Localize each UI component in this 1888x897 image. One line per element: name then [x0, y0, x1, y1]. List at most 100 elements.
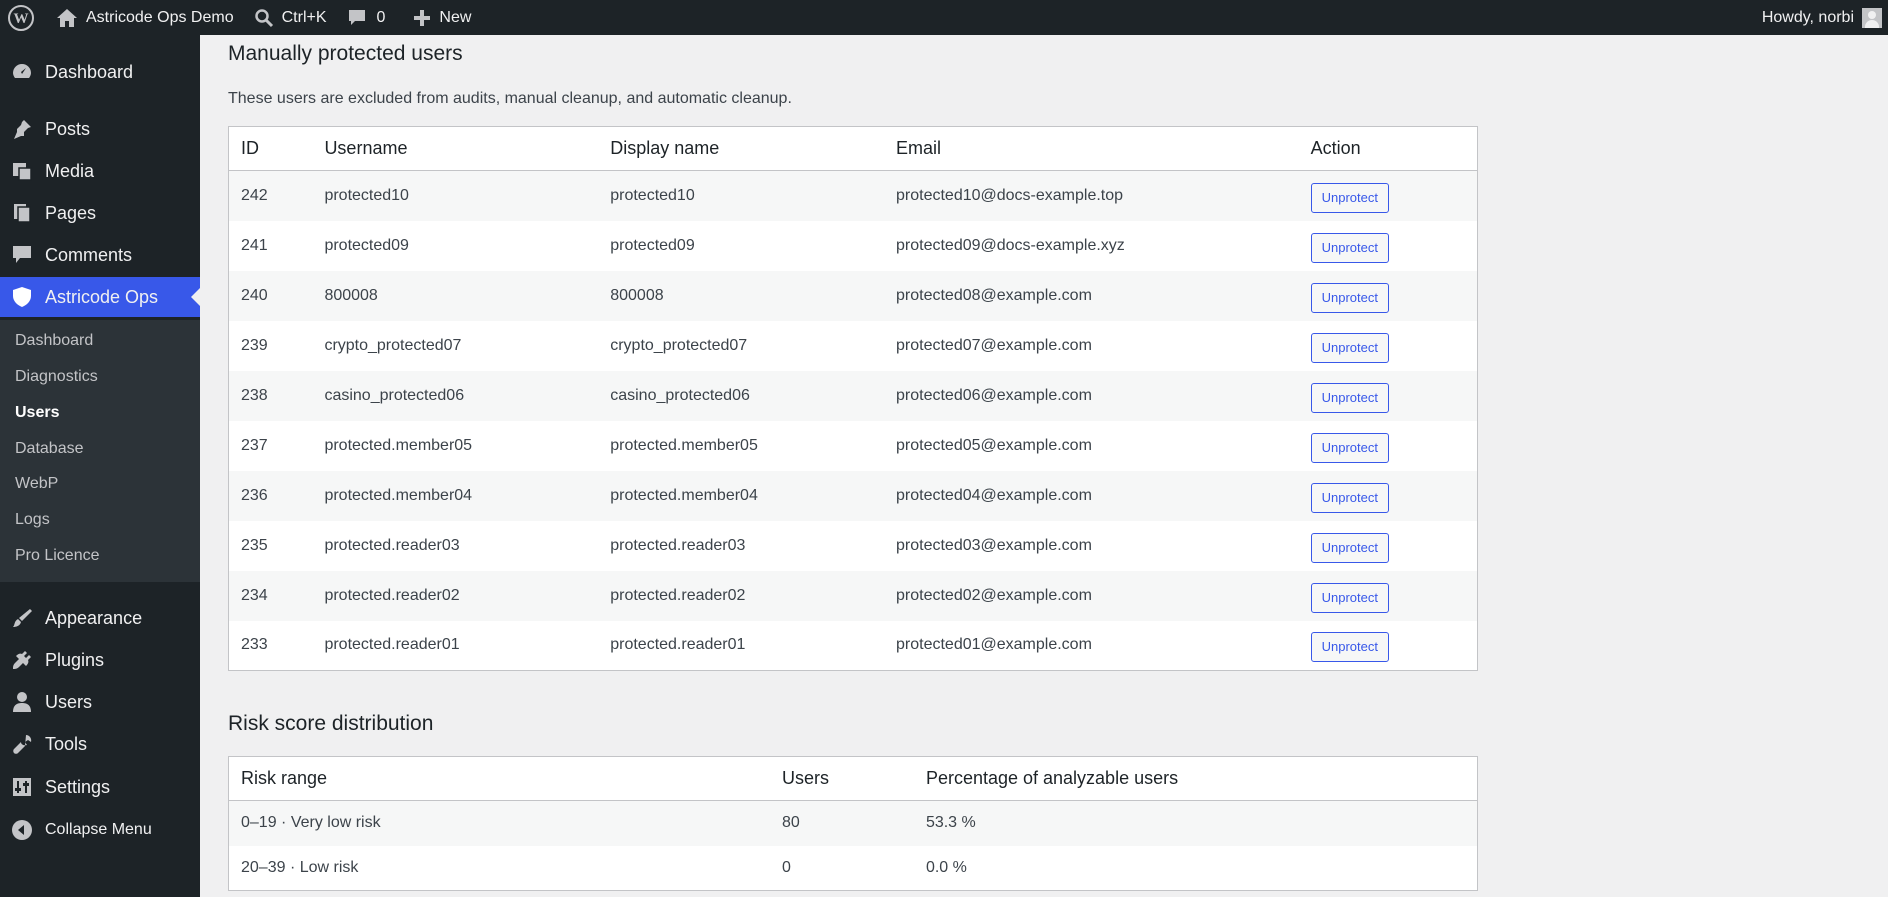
collapse-menu-button[interactable]: Collapse Menu — [0, 810, 200, 850]
cell-action: Unprotect — [1299, 521, 1478, 571]
cell-username: protected.reader02 — [324, 586, 460, 604]
protected-users-description: These users are excluded from audits, ma… — [228, 90, 792, 107]
table-row: 237 protected.member05 protected.member05 p… — [228, 420, 1478, 471]
admin-sidebar: Dashboard Posts Media Pages Comments Ast… — [0, 35, 200, 897]
cell-users: 80 — [782, 814, 800, 832]
submenu-item-logs[interactable]: Logs — [15, 511, 50, 529]
cell-email: protected04@example.com — [896, 486, 1092, 504]
cell-risk-range: 0–19 · Very low risk — [241, 814, 381, 832]
cell-display-name: protected09 — [610, 236, 695, 254]
collapse-icon — [11, 819, 33, 841]
cell-id: 237 — [241, 436, 268, 454]
cell-users: 0 — [782, 858, 791, 876]
cell-id: 234 — [241, 586, 268, 604]
cell-display-name: 800008 — [610, 286, 664, 304]
column-header-action: Action — [1298, 126, 1478, 171]
cell-display-name: protected.reader03 — [610, 536, 746, 554]
site-name-link[interactable]: Astricode Ops Demo — [46, 0, 244, 35]
unprotect-button[interactable]: Unprotect — [1310, 182, 1389, 213]
comments-count: 0 — [376, 8, 386, 26]
cell-email: protected07@example.com — [896, 336, 1092, 354]
astricode-submenu: Dashboard Diagnostics Users Database Web… — [0, 320, 200, 582]
submenu-item-webp[interactable]: WebP — [15, 475, 58, 493]
table-row: 239 crypto_protected07 crypto_protected07 p… — [228, 320, 1478, 371]
sidebar-item-astricode-ops[interactable]: Astricode Ops — [0, 277, 200, 317]
cell-display-name: protected10 — [610, 186, 695, 204]
unprotect-button[interactable]: Unprotect — [1310, 582, 1389, 613]
cell-email: protected02@example.com — [896, 586, 1092, 604]
cell-action: Unprotect — [1299, 271, 1478, 321]
protected-users-tbody: 242 protected10 protected10 protected10@doc… — [228, 170, 1478, 671]
cell-percentage: 53.3 % — [925, 814, 976, 832]
cell-action: Unprotect — [1299, 621, 1478, 671]
new-content-link[interactable]: New — [403, 0, 481, 35]
media-icon — [11, 160, 33, 182]
sidebar-item-label: Comments — [45, 244, 133, 265]
unprotect-button[interactable]: Unprotect — [1310, 282, 1389, 313]
table-header-row: Risk range Users Percentage of analyzabl… — [228, 756, 1478, 801]
sidebar-item-label: Media — [45, 160, 95, 181]
table-row: 240 800008 800008 protected08@example.com Un… — [228, 270, 1478, 321]
user-icon — [11, 691, 33, 713]
sidebar-item-plugins[interactable]: Plugins — [0, 640, 200, 680]
cell-username: crypto_protected07 — [324, 336, 462, 354]
sidebar-item-pages[interactable]: Pages — [0, 193, 200, 233]
cell-action: Unprotect — [1299, 471, 1478, 521]
pin-icon — [11, 118, 33, 140]
new-label: New — [439, 8, 472, 26]
submenu-item-pro-licence[interactable]: Pro Licence — [15, 547, 100, 565]
user-account-menu[interactable]: Howdy, norbi — [1752, 0, 1888, 35]
cell-action: Unprotect — [1299, 321, 1478, 371]
submenu-item-dashboard[interactable]: Dashboard — [15, 332, 93, 350]
sidebar-item-label: Users — [45, 691, 93, 712]
cell-display-name: protected.reader02 — [610, 586, 746, 604]
cell-action: Unprotect — [1299, 421, 1478, 471]
sidebar-item-users[interactable]: Users — [0, 682, 200, 722]
submenu-item-diagnostics[interactable]: Diagnostics — [15, 368, 98, 386]
cell-display-name: casino_protected06 — [610, 386, 750, 404]
sidebar-item-label: Plugins — [45, 649, 105, 670]
unprotect-button[interactable]: Unprotect — [1310, 232, 1389, 263]
comment-icon — [11, 244, 33, 266]
column-header-id: ID — [228, 126, 313, 171]
unprotect-button[interactable]: Unprotect — [1310, 432, 1389, 463]
plug-icon — [11, 649, 33, 671]
table-row: 234 protected.reader02 protected.reader02 p… — [228, 570, 1478, 621]
cell-id: 235 — [241, 536, 268, 554]
unprotect-button[interactable]: Unprotect — [1310, 482, 1389, 513]
unprotect-button[interactable]: Unprotect — [1310, 632, 1389, 663]
comments-link[interactable]: 0 — [337, 0, 396, 35]
unprotect-button[interactable]: Unprotect — [1310, 532, 1389, 563]
sidebar-item-posts[interactable]: Posts — [0, 109, 200, 149]
table-row: 20–39 · Low risk 0 0.0 % — [228, 845, 1478, 891]
protected-users-title: Manually protected users — [228, 42, 463, 65]
sidebar-item-label: Appearance — [45, 607, 143, 628]
cell-percentage: 0.0 % — [925, 858, 967, 876]
brush-icon — [11, 607, 33, 629]
unprotect-button[interactable]: Unprotect — [1310, 332, 1389, 363]
cell-email: protected06@example.com — [896, 386, 1092, 404]
site-name: Astricode Ops Demo — [86, 8, 234, 26]
wrench-icon — [11, 733, 33, 755]
cell-username: protected09 — [324, 236, 409, 254]
search-shortcut[interactable]: Ctrl+K — [244, 0, 337, 35]
cell-display-name: crypto_protected07 — [610, 336, 748, 354]
unprotect-button[interactable]: Unprotect — [1310, 382, 1389, 413]
sidebar-item-media[interactable]: Media — [0, 151, 200, 191]
wordpress-logo-icon[interactable]: W — [0, 0, 46, 35]
sidebar-item-label: Tools — [45, 733, 88, 754]
sidebar-item-settings[interactable]: Settings — [0, 767, 200, 807]
cell-id: 236 — [241, 486, 268, 504]
submenu-item-database[interactable]: Database — [15, 440, 84, 458]
sidebar-item-label: Astricode Ops — [45, 286, 159, 307]
cell-username: 800008 — [324, 286, 378, 304]
cell-id: 233 — [241, 636, 268, 654]
sidebar-item-comments[interactable]: Comments — [0, 235, 200, 275]
sidebar-item-dashboard[interactable]: Dashboard — [0, 52, 200, 92]
submenu-item-users[interactable]: Users — [15, 404, 59, 422]
sidebar-item-appearance[interactable]: Appearance — [0, 598, 200, 638]
avatar — [1862, 7, 1882, 28]
sidebar-item-tools[interactable]: Tools — [0, 724, 200, 764]
cell-username: protected.member04 — [324, 486, 473, 504]
table-row: 238 casino_protected06 casino_protected06 p… — [228, 370, 1478, 421]
